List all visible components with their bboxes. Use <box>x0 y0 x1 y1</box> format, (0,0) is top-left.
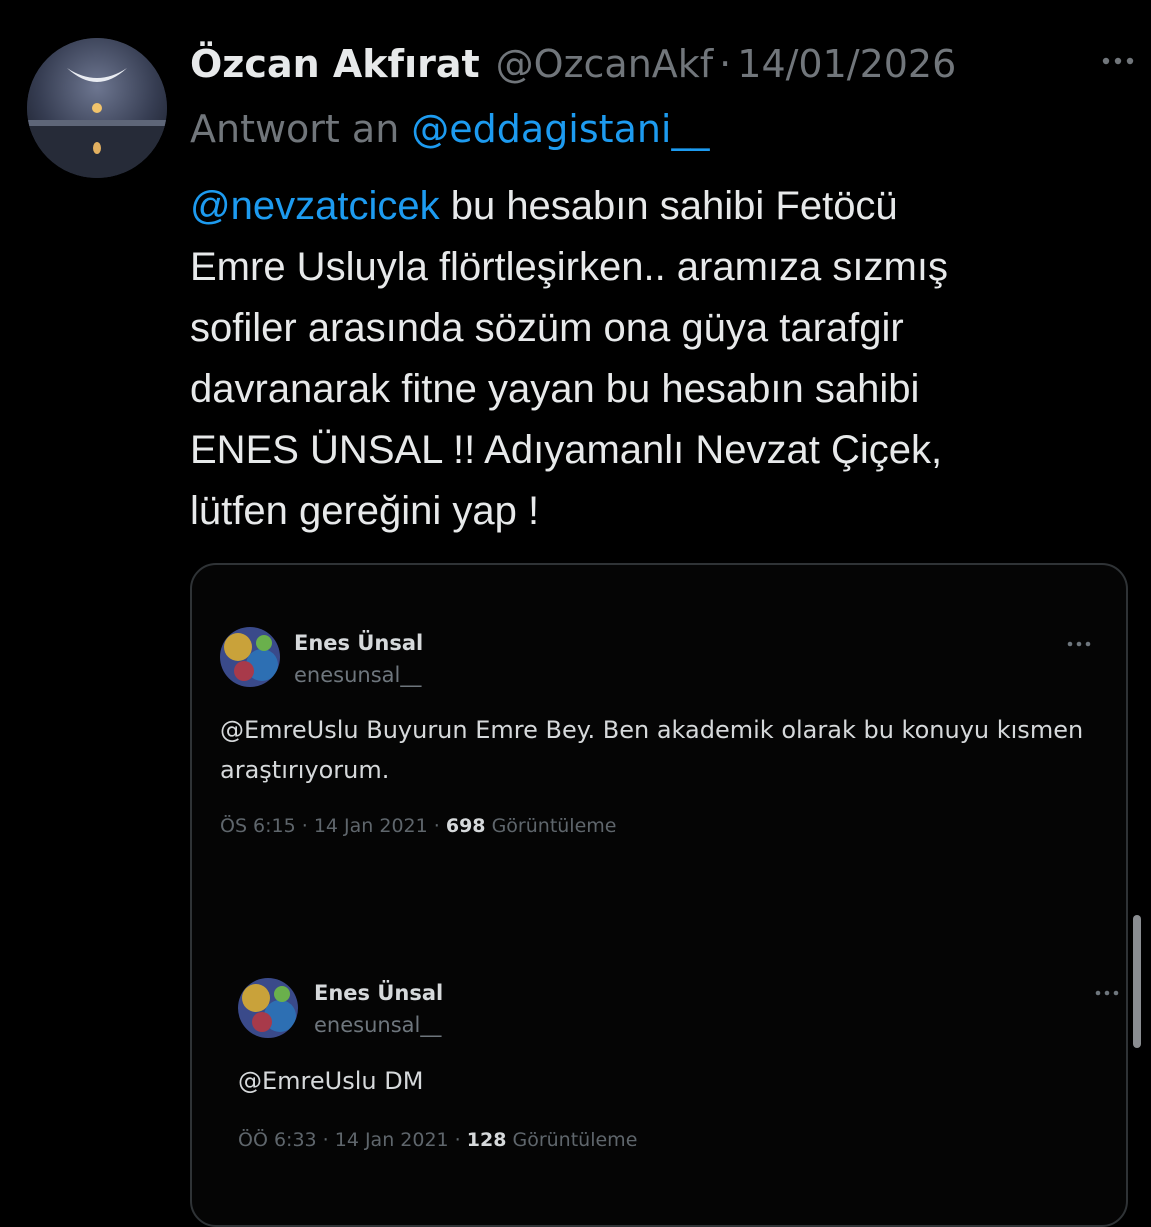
tweet-header: Özcan Akfırat @OzcanAkf · 14/01/2026 <box>190 36 956 92</box>
embedded-author-name: Enes Ünsal <box>314 981 444 1005</box>
author-display-name[interactable]: Özcan Akfırat <box>190 42 480 86</box>
embedded-author-handle: enesunsal__ <box>294 663 422 687</box>
embedded-tweet-meta: ÖÖ 6:33 · 14 Jan 2021 · 128 Görüntüleme <box>238 1129 637 1151</box>
tweet-text-fragment: bu hesabın sahibi Fetöcü <box>439 184 898 228</box>
reply-to-link[interactable]: @eddagistani__ <box>411 107 709 151</box>
more-horizontal-icon[interactable] <box>1100 46 1136 76</box>
embedded-view-count: 698 <box>445 815 486 837</box>
tweet-text-line: lütfen gereğini yap ! <box>190 489 540 533</box>
tweet-text-line: davranarak fitne yayan bu hesabın sahibi <box>190 367 920 411</box>
tweet-text: @nevzatcicek bu hesabın sahibi Fetöcü Em… <box>190 176 1090 542</box>
tweet-date[interactable]: 14/01/2026 <box>737 42 956 86</box>
attached-image[interactable]: Enes Ünsal enesunsal__ @EmreUslu Buyurun… <box>190 563 1128 1227</box>
reply-prefix: Antwort an <box>190 107 400 151</box>
author-avatar[interactable] <box>27 38 167 178</box>
embedded-tweet-text: @EmreUslu Buyurun Emre Bey. Ben akademik… <box>220 710 1100 790</box>
more-horizontal-icon <box>1095 990 1119 996</box>
tweet-text-line: sofiler arasında sözüm ona güya tarafgir <box>190 306 904 350</box>
embedded-timestamp: ÖÖ 6:33 · 14 Jan 2021 · <box>238 1129 467 1151</box>
avatar-image <box>27 38 167 178</box>
embedded-tweet-meta: ÖS 6:15 · 14 Jan 2021 · 698 Görüntüleme <box>220 815 616 837</box>
embedded-view-count: 128 <box>466 1129 507 1151</box>
scrollbar[interactable] <box>1133 915 1141 1048</box>
embedded-author-handle: enesunsal__ <box>314 1013 442 1037</box>
embedded-timestamp: ÖS 6:15 · 14 Jan 2021 · <box>220 815 446 837</box>
reply-context: Antwort an @eddagistani__ <box>190 104 710 154</box>
more-horizontal-icon <box>1067 641 1091 647</box>
embedded-avatar <box>238 978 298 1038</box>
embedded-text-line: araştırıyorum. <box>220 756 390 784</box>
embedded-tweet-text: @EmreUslu DM <box>238 1061 1098 1101</box>
tweet-text-line: @nevzatcicek bu hesabın sahibi Fetöcü <box>190 176 1090 237</box>
tweet-text-line: Emre Usluyla flörtleşirken.. aramıza sız… <box>190 245 948 289</box>
embedded-text-line: @EmreUslu Buyurun Emre Bey. Ben akademik… <box>220 716 1084 744</box>
tweet-text-line: ENES ÜNSAL !! Adıyamanlı Nevzat Çiçek, <box>190 428 943 472</box>
embedded-text-line: @EmreUslu DM <box>238 1067 424 1095</box>
separator-dot: · <box>719 42 732 86</box>
mention-link[interactable]: @nevzatcicek <box>190 184 440 228</box>
embedded-author-name: Enes Ünsal <box>294 631 424 655</box>
author-handle[interactable]: @OzcanAkf <box>496 42 714 86</box>
embedded-avatar <box>220 627 280 687</box>
embedded-views-label: Görüntüleme <box>485 815 617 837</box>
embedded-views-label: Görüntüleme <box>506 1129 638 1151</box>
